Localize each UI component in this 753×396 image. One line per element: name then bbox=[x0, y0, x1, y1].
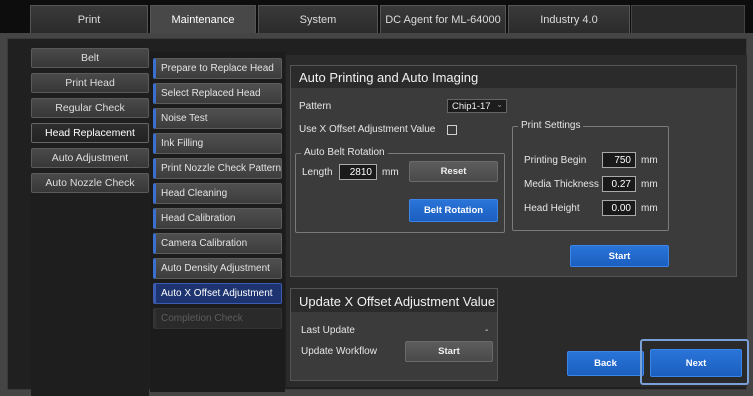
step-prepare-to-replace-head[interactable]: Prepare to Replace Head bbox=[153, 58, 282, 79]
tab-industry-4[interactable]: Industry 4.0 bbox=[508, 5, 630, 33]
left-menu-auto-nozzle-check[interactable]: Auto Nozzle Check bbox=[31, 173, 149, 193]
use-offset-checkbox[interactable] bbox=[447, 125, 457, 135]
tab-bar-filler bbox=[631, 5, 745, 33]
media-thickness-unit: mm bbox=[641, 179, 658, 190]
left-menu-regular-check[interactable]: Regular Check bbox=[31, 98, 149, 118]
step-print-nozzle-check-pattern[interactable]: Print Nozzle Check Pattern bbox=[153, 158, 282, 179]
last-update-value: - bbox=[485, 325, 489, 336]
reset-button[interactable]: Reset bbox=[409, 161, 498, 182]
step-select-replaced-head[interactable]: Select Replaced Head bbox=[153, 83, 282, 104]
left-menu-belt[interactable]: Belt bbox=[31, 48, 149, 68]
printing-begin-label: Printing Begin bbox=[524, 155, 587, 166]
tab-dc-agent[interactable]: DC Agent for ML-64000 bbox=[380, 5, 506, 33]
pattern-select[interactable]: Chip1-17 ⌄ bbox=[447, 99, 507, 113]
back-button[interactable]: Back bbox=[567, 351, 644, 376]
step-auto-density-adjustment[interactable]: Auto Density Adjustment bbox=[153, 258, 282, 279]
media-thickness-label: Media Thickness bbox=[524, 179, 599, 190]
step-camera-calibration[interactable]: Camera Calibration bbox=[153, 233, 282, 254]
step-ink-filling[interactable]: Ink Filling bbox=[153, 133, 282, 154]
step-noise-test[interactable]: Noise Test bbox=[153, 108, 282, 129]
update-workflow-start-button[interactable]: Start bbox=[405, 341, 493, 362]
chevron-down-icon: ⌄ bbox=[496, 100, 503, 109]
auto-belt-rotation-legend: Auto Belt Rotation bbox=[301, 147, 388, 158]
use-offset-label: Use X Offset Adjustment Value bbox=[299, 124, 436, 135]
pattern-select-value: Chip1-17 bbox=[452, 100, 491, 112]
update-offset-title: Update X Offset Adjustment Value bbox=[291, 289, 497, 312]
left-menu-auto-adjustment[interactable]: Auto Adjustment bbox=[31, 148, 149, 168]
belt-rotation-button[interactable]: Belt Rotation bbox=[409, 199, 498, 222]
auto-printing-start-button[interactable]: Start bbox=[570, 245, 669, 267]
next-button[interactable]: Next bbox=[650, 349, 742, 377]
media-thickness-input[interactable]: 0.27 bbox=[602, 176, 636, 192]
head-height-input[interactable]: 0.00 bbox=[602, 200, 636, 216]
step-completion-check: Completion Check bbox=[153, 308, 282, 329]
tab-maintenance[interactable]: Maintenance bbox=[150, 5, 256, 33]
tab-print[interactable]: Print bbox=[30, 5, 148, 33]
step-head-cleaning[interactable]: Head Cleaning bbox=[153, 183, 282, 204]
tab-system[interactable]: System bbox=[258, 5, 378, 33]
head-height-label: Head Height bbox=[524, 203, 580, 214]
pattern-label: Pattern bbox=[299, 101, 332, 112]
length-label: Length bbox=[302, 167, 333, 178]
update-workflow-label: Update Workflow bbox=[301, 346, 377, 357]
step-head-calibration[interactable]: Head Calibration bbox=[153, 208, 282, 229]
left-menu-print-head[interactable]: Print Head bbox=[31, 73, 149, 93]
length-unit: mm bbox=[382, 167, 399, 178]
left-menu-head-replacement[interactable]: Head Replacement bbox=[31, 123, 149, 143]
top-tab-bar: Print Maintenance System DC Agent for ML… bbox=[0, 0, 753, 33]
printing-begin-input[interactable]: 750 bbox=[602, 152, 636, 168]
step-auto-x-offset-adjustment[interactable]: Auto X Offset Adjustment bbox=[153, 283, 282, 304]
printing-begin-unit: mm bbox=[641, 155, 658, 166]
last-update-label: Last Update bbox=[301, 325, 355, 336]
length-input[interactable]: 2810 bbox=[339, 164, 377, 180]
print-settings-legend: Print Settings bbox=[518, 120, 584, 131]
auto-printing-title: Auto Printing and Auto Imaging bbox=[291, 66, 736, 88]
head-height-unit: mm bbox=[641, 203, 658, 214]
